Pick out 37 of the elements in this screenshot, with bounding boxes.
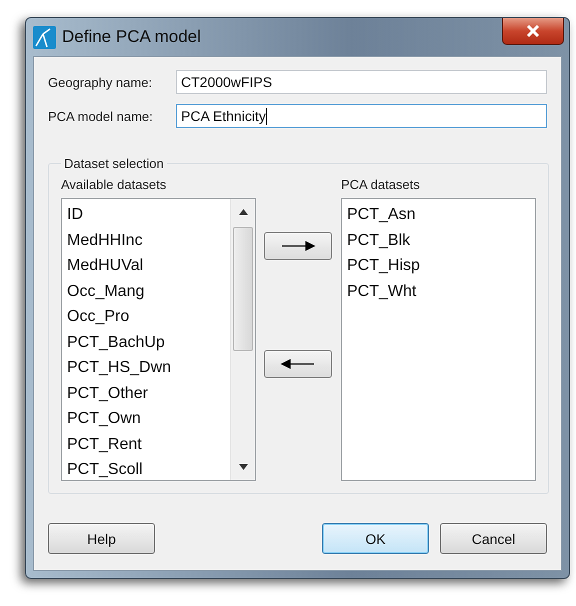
list-item[interactable]: ID bbox=[67, 202, 83, 228]
dialog-button[interactable]: Help bbox=[48, 523, 155, 554]
field-label: Geography name: bbox=[48, 74, 154, 90]
move-button[interactable] bbox=[264, 232, 332, 260]
group-title: Dataset selection bbox=[63, 156, 165, 171]
list-box[interactable]: PCT_Asn PCT_Blk PCT_Hisp PCT_Wht bbox=[341, 198, 536, 481]
text-field[interactable]: PCA Ethnicity bbox=[176, 104, 547, 128]
list-item[interactable]: PCT_BachUp bbox=[67, 330, 165, 355]
list-box[interactable]: ID MedHHInc MedHUVal Occ_Mang Occ_Pro PCT_BachUp PCT_HS_Dwn PCT_Other PCT_Own PCT_Rent PCT_Scoll bbox=[61, 198, 256, 481]
scrollbar[interactable] bbox=[230, 199, 255, 480]
list-item[interactable]: MedHUVal bbox=[67, 253, 144, 278]
move-button[interactable] bbox=[264, 350, 332, 378]
scrollbar-thumb[interactable] bbox=[233, 227, 253, 351]
app-icon bbox=[33, 26, 56, 48]
list-item[interactable]: Occ_Pro bbox=[67, 304, 130, 330]
list-item[interactable]: MedHHInc bbox=[67, 228, 143, 253]
list-item[interactable]: PCT_Scoll bbox=[67, 457, 143, 480]
list-item[interactable]: PCT_Blk bbox=[347, 228, 410, 253]
dialog-button[interactable]: OK bbox=[322, 523, 429, 554]
close-button[interactable] bbox=[502, 18, 564, 45]
scroll-down-icon[interactable] bbox=[238, 464, 248, 470]
dialog-button[interactable]: Cancel bbox=[440, 523, 547, 554]
list-item[interactable]: PCT_Own bbox=[67, 406, 141, 432]
window-title: Define PCA model bbox=[62, 27, 202, 47]
list-item[interactable]: PCT_HS_Dwn bbox=[67, 355, 172, 380]
list-item[interactable]: PCT_Rent bbox=[67, 432, 142, 457]
field-label: PCA model name: bbox=[48, 108, 154, 124]
list-item[interactable]: Occ_Mang bbox=[67, 278, 144, 304]
text-field[interactable]: CT2000wFIPS bbox=[176, 70, 547, 94]
list-label: PCA datasets bbox=[341, 177, 420, 194]
list-item[interactable]: PCT_Other bbox=[67, 380, 148, 406]
list-label: Available datasets bbox=[61, 177, 166, 194]
list-item[interactable]: PCT_Wht bbox=[347, 278, 416, 304]
scroll-up-icon[interactable] bbox=[238, 209, 248, 215]
list-item[interactable]: PCT_Asn bbox=[347, 202, 416, 228]
list-item[interactable]: PCT_Hisp bbox=[347, 253, 420, 278]
close-icon[interactable] bbox=[526, 25, 540, 37]
